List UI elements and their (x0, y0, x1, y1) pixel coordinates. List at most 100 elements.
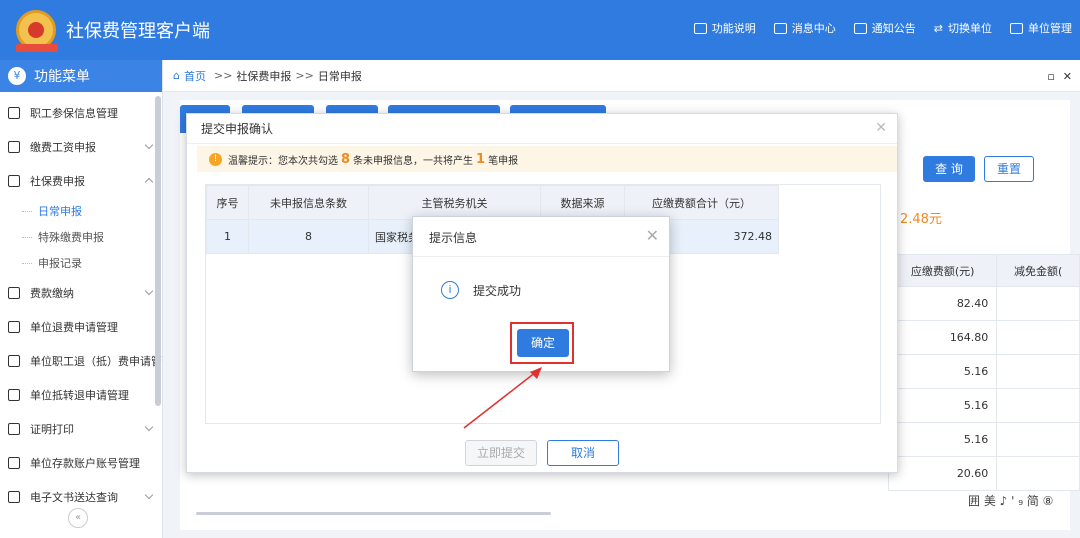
menu-label: 社保费申报 (30, 175, 85, 188)
chevron-down-icon (144, 140, 154, 150)
nav-notices-label: 通知公告 (871, 22, 916, 35)
col-authority: 主管税务机关 (368, 185, 541, 220)
menu-item-bank-account[interactable]: 单位存款账户账号管理 (0, 446, 162, 480)
tab-controls: ▫ ✕ (1047, 70, 1072, 83)
menu-label: 费款缴纳 (30, 287, 74, 300)
tip-suffix: 笔申报 (488, 155, 519, 167)
help-icon (693, 22, 707, 34)
menu-label: 单位存款账户账号管理 (30, 457, 140, 470)
app-header: 社保费管理客户端 功能说明 消息中心 通知公告 ⇄ 切换单位 单位管理 (0, 0, 1080, 60)
chevron-down-icon (144, 422, 154, 432)
submit-now-button[interactable]: 立即提交 (465, 440, 537, 466)
app-title: 社保费管理客户端 (66, 21, 210, 42)
nav-switch-unit[interactable]: ⇄ 切换单位 (934, 20, 992, 36)
menu-label: 单位退费申请管理 (30, 321, 118, 334)
menu-item-certificate-print[interactable]: 证明打印 (0, 412, 162, 446)
breadcrumb-sep: >> (295, 69, 314, 82)
cell-count: 8 (248, 219, 369, 254)
due-cell: 5.16 (887, 388, 998, 423)
popup-message: 提交成功 (473, 283, 522, 298)
sidebar-header: ¥ 功能菜单 (0, 60, 162, 92)
restore-icon[interactable]: ▫ (1047, 70, 1054, 83)
menu-item-insured-info[interactable]: 职工参保信息管理 (0, 96, 162, 130)
tip-bar: ! 温馨提示：您本次共勾选 8 条未申报信息，一共将产生 1 笔申报 (197, 146, 897, 172)
sidebar: ¥ 功能菜单 职工参保信息管理 缴费工资申报 社保费申报 日常申报 特殊缴费申报… (0, 60, 163, 538)
col-count: 未申报信息条数 (248, 185, 369, 220)
table-row: 5.16 (887, 422, 1080, 457)
due-cell: 164.80 (887, 320, 998, 355)
menu-item-offset-refund[interactable]: 单位抵转退申请管理 (0, 378, 162, 412)
table-row: 20.60 (887, 456, 1080, 491)
popup-title: 提示信息 (413, 217, 669, 257)
tip-records: 1 (476, 151, 486, 167)
nav-switch-label: 切换单位 (948, 22, 992, 35)
due-cell: 20.60 (887, 456, 998, 491)
sidebar-title: 功能菜单 (34, 69, 90, 85)
breadcrumb-sep: >> (213, 69, 233, 82)
col-exempt-header: 减免金额( (996, 254, 1080, 287)
breadcrumb-home[interactable]: 首页 (184, 68, 206, 84)
col-total: 应缴费额合计（元） (624, 185, 779, 220)
menu-label: 电子文书送达查询 (30, 491, 118, 504)
list-icon (8, 355, 20, 367)
collapse-sidebar-button[interactable]: « (68, 508, 88, 528)
nav-messages[interactable]: 消息中心 (773, 20, 836, 36)
annotation-highlight-box (510, 322, 574, 364)
sidebar-scrollbar[interactable] (155, 96, 161, 406)
bookmark-icon (8, 457, 20, 469)
building-icon (1010, 22, 1023, 34)
bookmark-icon (8, 287, 20, 299)
menu-label: 职工参保信息管理 (30, 107, 118, 120)
menu-item-employee-refund[interactable]: 单位职工退（抵）费申请管 (0, 344, 162, 378)
nav-unit-manage[interactable]: 单位管理 (1010, 20, 1072, 36)
query-button[interactable]: 查 询 (923, 156, 975, 182)
speaker-icon (773, 22, 787, 34)
reset-button[interactable]: 重置 (984, 156, 1034, 182)
sub-item-special-declaration[interactable]: 特殊缴费申报 (0, 224, 162, 250)
dialog-title: 提交申报确认 (187, 114, 897, 144)
annotation-arrow (463, 367, 542, 429)
tip-prefix: 温馨提示：您本次共勾选 (228, 155, 338, 167)
table-horizontal-scrollbar[interactable] (196, 512, 551, 515)
menu-item-wage-declaration[interactable]: 缴费工资申报 (0, 130, 162, 164)
calendar-icon (8, 175, 20, 187)
sub-item-declaration-records[interactable]: 申报记录 (0, 250, 162, 276)
close-tab-icon[interactable]: ✕ (1063, 70, 1072, 83)
cancel-button[interactable]: 取消 (547, 440, 619, 466)
col-due-header: 应缴费额(元) (887, 254, 998, 287)
menu-item-refund-manage[interactable]: 单位退费申请管理 (0, 310, 162, 344)
popup-body: i 提交成功 (441, 281, 521, 299)
tip-mid: 条未申报信息，一共将产生 (353, 155, 474, 167)
list-icon (8, 321, 20, 333)
breadcrumb-daily: 日常申报 (317, 69, 362, 83)
chevron-down-icon (144, 490, 154, 500)
home-icon: ⌂ (173, 69, 180, 82)
nav-notices[interactable]: 通知公告 (853, 20, 916, 36)
bg-data-table: 应缴费额(元) 减免金额( 82.40 164.80 5.16 5.16 5.1… (887, 254, 1080, 491)
mail-icon (853, 22, 867, 34)
header-nav: 功能说明 消息中心 通知公告 ⇄ 切换单位 单位管理 (693, 20, 1072, 36)
menu-item-fee-payment[interactable]: 费款缴纳 (0, 276, 162, 310)
tip-count: 8 (341, 151, 351, 167)
nav-help-label: 功能说明 (711, 22, 756, 35)
nav-help[interactable]: 功能说明 (693, 20, 756, 36)
chevron-up-icon (144, 177, 154, 187)
sub-item-daily-declaration[interactable]: 日常申报 (0, 198, 162, 224)
breadcrumb-fee-declaration[interactable]: 社保费申报 (236, 68, 291, 84)
cell-index: 1 (206, 219, 249, 254)
menu-label: 单位抵转退申请管理 (30, 389, 129, 402)
menu-label: 证明打印 (30, 423, 74, 436)
due-cell: 5.16 (887, 422, 998, 457)
nav-unit-label: 单位管理 (1028, 22, 1072, 35)
swap-icon: ⇄ (933, 21, 943, 35)
info-icon: i (441, 281, 459, 299)
close-icon[interactable]: ✕ (646, 226, 659, 245)
menu-item-fee-declaration[interactable]: 社保费申报 (0, 164, 162, 198)
list-icon (8, 107, 20, 119)
close-icon[interactable]: ✕ (875, 120, 887, 136)
yen-icon: ¥ (8, 67, 26, 85)
menu-label: 缴费工资申报 (30, 141, 96, 154)
list-icon (8, 389, 20, 401)
edit-icon (8, 141, 20, 153)
logo-banner (16, 44, 58, 52)
